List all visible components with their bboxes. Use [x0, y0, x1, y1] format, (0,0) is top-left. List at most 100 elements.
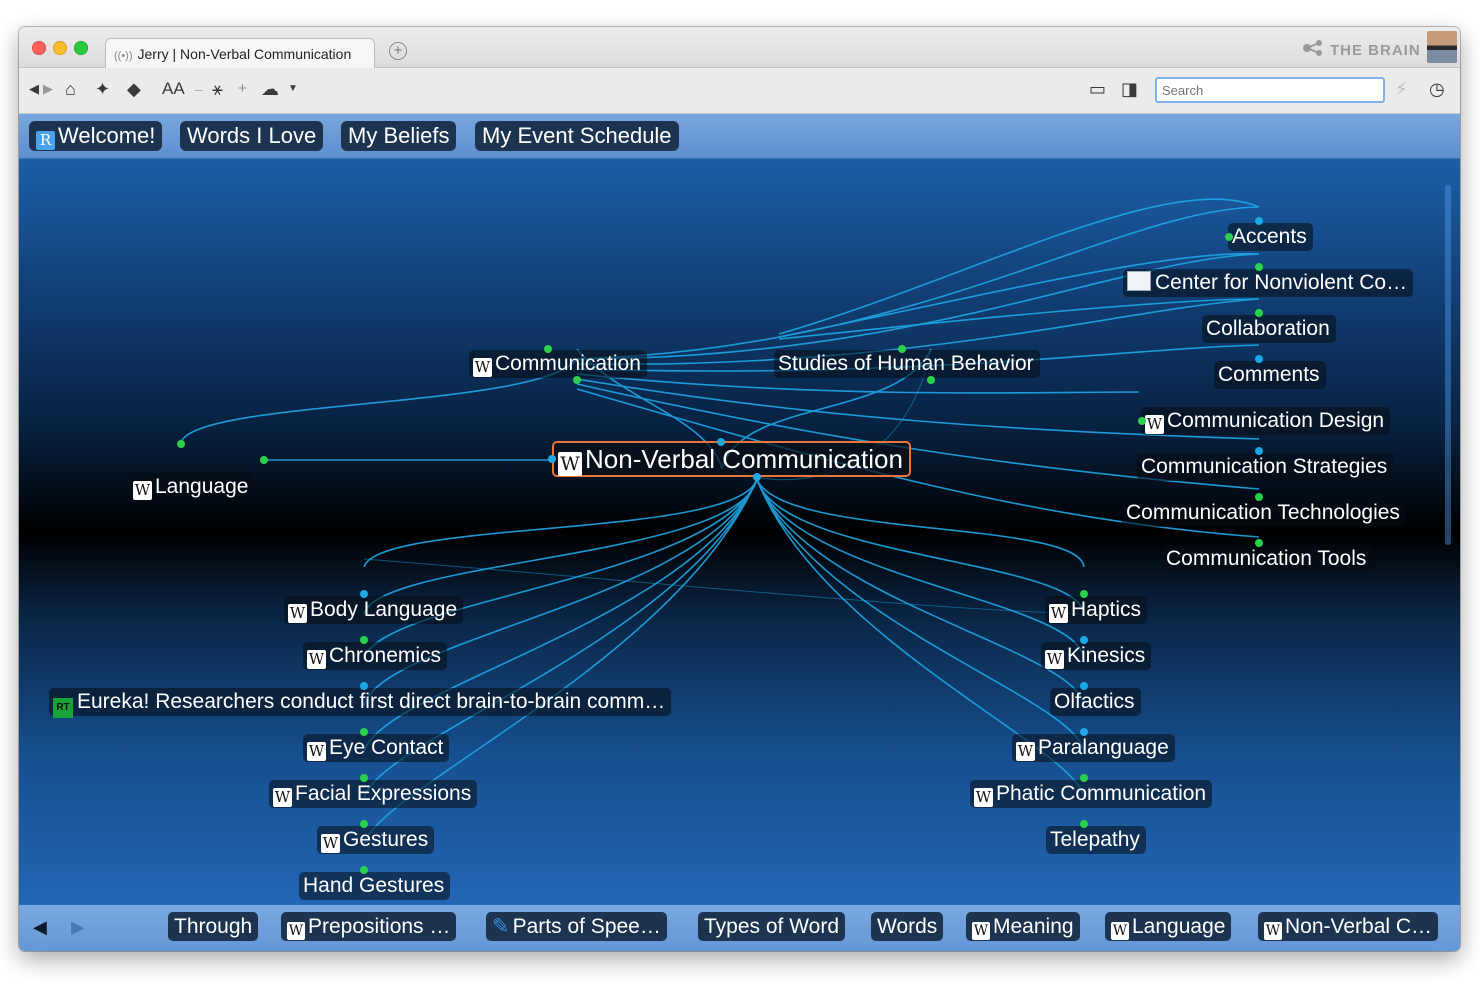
zoom-out-icon[interactable]: –: [195, 79, 203, 99]
parent-gate-dot[interactable]: [360, 590, 368, 598]
close-window-button[interactable]: [32, 41, 46, 55]
parent-gate-dot[interactable]: [898, 345, 906, 353]
child-thought-hand-gestures[interactable]: Hand Gestures: [299, 872, 451, 900]
parent-gate-dot[interactable]: [360, 866, 368, 874]
layout-icon[interactable]: ⚹: [212, 79, 223, 99]
child-thought-chronemics[interactable]: W Chronemics: [303, 642, 448, 670]
child-thought-eureka-article[interactable]: RT Eureka! Researchers conduct first dire…: [49, 688, 672, 718]
sibling-thought-accents[interactable]: Accents: [1228, 223, 1313, 251]
pin-my-beliefs[interactable]: My Beliefs: [341, 121, 457, 151]
history-item-through[interactable]: Through: [168, 912, 259, 941]
parent-gate-dot[interactable]: [1255, 447, 1263, 455]
history-item-non-verbal-communication[interactable]: W Non-Verbal C…: [1258, 912, 1439, 941]
child-thought-telepathy[interactable]: Telepathy: [1046, 826, 1146, 854]
child-thought-olfactics[interactable]: Olfactics: [1050, 688, 1141, 716]
parent-gate-dot[interactable]: [1255, 217, 1263, 225]
jump-thought-language[interactable]: W Language: [129, 473, 255, 501]
sibling-thought-communication-tools[interactable]: Communication Tools: [1162, 545, 1373, 573]
parent-gate-dot[interactable]: [360, 774, 368, 782]
parent-gate-dot[interactable]: [360, 636, 368, 644]
active-thought[interactable]: W Non-Verbal Communication: [552, 441, 911, 477]
parent-gate-dot[interactable]: [1080, 636, 1088, 644]
child-thought-paralanguage[interactable]: W Paralanguage: [1012, 734, 1175, 762]
pin-words-i-love[interactable]: Words I Love: [180, 121, 324, 151]
parent-gate-dot[interactable]: [1080, 682, 1088, 690]
parent-thought-communication[interactable]: W Communication: [469, 350, 647, 378]
parent-gate-dot[interactable]: [1255, 493, 1263, 501]
child-thought-body-language[interactable]: W Body Language: [284, 596, 464, 624]
jump-gate-dot[interactable]: [260, 456, 268, 464]
child-gate-dot[interactable]: [753, 473, 761, 481]
clock-history-icon[interactable]: ◷: [1429, 79, 1445, 99]
thought-label: Facial Expressions: [295, 782, 472, 805]
parent-gate-dot[interactable]: [544, 345, 552, 353]
parent-gate-dot[interactable]: [1080, 774, 1088, 782]
jump-gate-dot[interactable]: [1138, 417, 1146, 425]
child-thought-phatic-communication[interactable]: W Phatic Communication: [970, 780, 1213, 808]
parent-gate-dot[interactable]: [1255, 355, 1263, 363]
child-thought-facial-expressions[interactable]: W Facial Expressions: [269, 780, 478, 808]
wikipedia-icon: W: [321, 834, 340, 853]
map-icon[interactable]: ✦: [95, 79, 110, 99]
plex-view[interactable]: W Communication Studies of Human Behavior…: [19, 159, 1460, 905]
thought-label: Chronemics: [329, 644, 442, 667]
sibling-thought-comments[interactable]: Comments: [1214, 361, 1326, 389]
child-gate-dot[interactable]: [573, 376, 581, 384]
parent-thought-studies-of-human-behavior[interactable]: Studies of Human Behavior: [774, 350, 1040, 378]
history-back-icon[interactable]: ◀: [33, 917, 47, 937]
split-pane-layout-icon[interactable]: ◨: [1121, 79, 1138, 99]
lightning-icon[interactable]: ⚡: [1395, 79, 1408, 99]
child-thought-kinesics[interactable]: W Kinesics: [1041, 642, 1152, 670]
parent-gate-dot[interactable]: [360, 728, 368, 736]
sibling-thought-communication-technologies[interactable]: Communication Technologies: [1122, 499, 1406, 527]
plex-scrollbar[interactable]: [1445, 185, 1451, 545]
history-label: Parts of Spee…: [512, 915, 661, 938]
parent-gate-dot[interactable]: [1255, 539, 1263, 547]
child-thought-haptics[interactable]: W Haptics: [1045, 596, 1148, 624]
zoom-in-icon[interactable]: +: [238, 79, 247, 99]
search-input[interactable]: [1155, 77, 1385, 103]
sibling-thought-collaboration[interactable]: Collaboration: [1202, 315, 1336, 343]
pin-my-event-schedule[interactable]: My Event Schedule: [475, 121, 679, 151]
minimize-window-button[interactable]: [53, 41, 67, 55]
child-gate-dot[interactable]: [927, 376, 935, 384]
chevron-down-icon[interactable]: ▼: [288, 79, 298, 99]
cloud-sync-icon[interactable]: ☁: [261, 79, 279, 99]
wikipedia-icon: W: [473, 358, 492, 377]
history-item-parts-of-speech[interactable]: ✎ Parts of Spee…: [486, 912, 667, 941]
parent-gate-dot[interactable]: [1080, 590, 1088, 598]
jump-gate-dot[interactable]: [548, 455, 556, 463]
forward-arrow-icon[interactable]: ▶: [43, 79, 53, 99]
parent-gate-dot[interactable]: [360, 820, 368, 828]
brain-tab[interactable]: ((•)) Jerry | Non-Verbal Communication: [105, 38, 375, 68]
jump-gate-dot[interactable]: [1225, 233, 1233, 241]
history-item-types-of-word[interactable]: Types of Word: [698, 912, 846, 941]
parent-gate-dot[interactable]: [1080, 820, 1088, 828]
child-thought-gestures[interactable]: W Gestures: [317, 826, 435, 854]
history-item-prepositions[interactable]: W Prepositions …: [281, 912, 457, 941]
sibling-thought-center-for-nonviolent-communication[interactable]: Center for Nonviolent Co…: [1123, 269, 1414, 297]
back-arrow-icon[interactable]: ◀: [29, 79, 39, 99]
parent-gate-dot[interactable]: [1255, 309, 1263, 317]
history-item-language[interactable]: W Language: [1105, 912, 1232, 941]
child-thought-eye-contact[interactable]: W Eye Contact: [303, 734, 450, 762]
zoom-window-button[interactable]: [74, 41, 88, 55]
pins-bar: R Welcome! Words I Love My Beliefs My Eve…: [19, 114, 1460, 159]
parent-gate-dot[interactable]: [360, 682, 368, 690]
sibling-thought-communication-strategies[interactable]: Communication Strategies: [1137, 453, 1394, 481]
parent-gate-dot[interactable]: [1255, 263, 1263, 271]
history-item-words[interactable]: Words: [871, 912, 944, 941]
parent-gate-dot[interactable]: [717, 438, 725, 446]
single-pane-layout-icon[interactable]: ▭: [1089, 79, 1106, 99]
text-size-button[interactable]: AA: [162, 79, 185, 99]
history-item-meaning[interactable]: W Meaning: [966, 912, 1080, 941]
pin-welcome[interactable]: R Welcome!: [29, 121, 163, 151]
sibling-thought-communication-design[interactable]: W Communication Design: [1141, 407, 1391, 435]
user-avatar[interactable]: [1427, 31, 1457, 63]
parent-gate-dot[interactable]: [1080, 728, 1088, 736]
new-tab-button[interactable]: +: [389, 42, 407, 60]
parent-gate-dot[interactable]: [177, 440, 185, 448]
history-forward-icon[interactable]: ▶: [71, 917, 85, 937]
home-icon[interactable]: ⌂: [65, 79, 76, 99]
tag-icon[interactable]: ◆: [127, 79, 141, 99]
